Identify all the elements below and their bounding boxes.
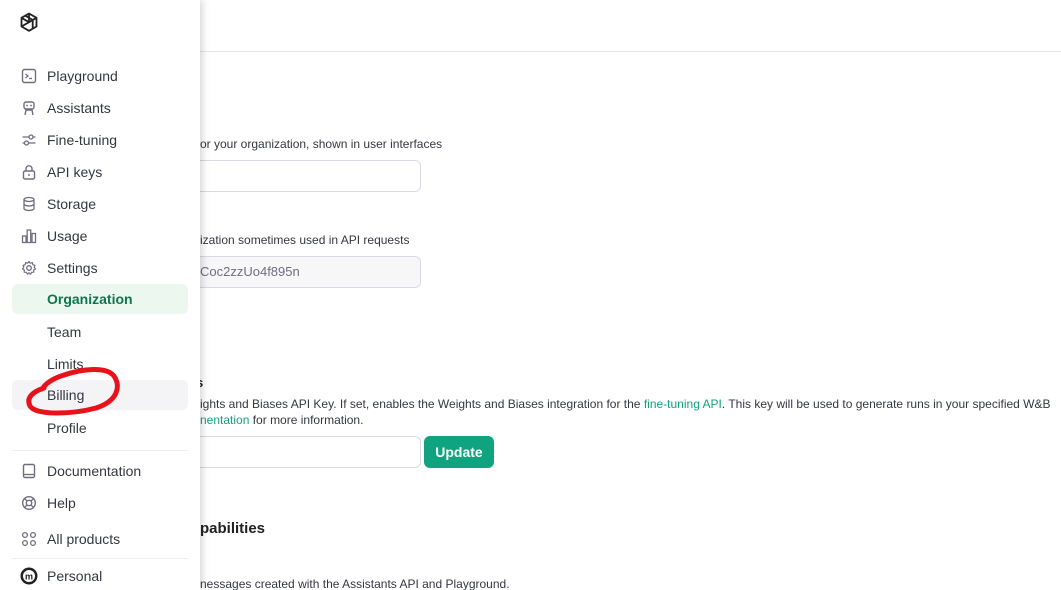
- fine-tuning-api-link[interactable]: fine-tuning API: [644, 397, 722, 411]
- bar-chart-icon: [20, 227, 38, 245]
- sidebar-subitem-profile[interactable]: Profile: [12, 413, 188, 443]
- account-switcher[interactable]: m Personal: [12, 561, 188, 590]
- avatar: m: [20, 567, 38, 585]
- wandb-description-line1: ights and Biases API Key. If set, enable…: [200, 397, 1051, 411]
- database-icon: [20, 195, 38, 213]
- sidebar-item-playground[interactable]: Playground: [12, 61, 188, 91]
- sidebar-divider: [12, 558, 188, 559]
- sidebar-item-label: Fine-tuning: [47, 132, 118, 148]
- update-button[interactable]: Update: [424, 436, 494, 468]
- sidebar-item-all-products[interactable]: All products: [12, 524, 188, 554]
- org-name-description: or your organization, shown in user inte…: [200, 137, 443, 151]
- wandb-description-line2: nentation for more information.: [200, 413, 363, 427]
- account-label: Personal: [47, 568, 103, 584]
- wandb-api-key-input[interactable]: [180, 436, 421, 468]
- sidebar-item-label: Documentation: [47, 463, 142, 479]
- sidebar-item-storage[interactable]: Storage: [12, 189, 188, 219]
- sidebar-item-label: Assistants: [47, 100, 111, 116]
- sidebar-subitem-team[interactable]: Team: [12, 317, 188, 347]
- sidebar-item-help[interactable]: Help: [12, 488, 188, 518]
- grid-icon: [20, 530, 38, 548]
- sidebar-item-usage[interactable]: Usage: [12, 221, 188, 251]
- sidebar-item-label: Storage: [47, 196, 97, 212]
- sidebar-item-label: Help: [47, 495, 76, 511]
- lifebuoy-icon: [20, 494, 38, 512]
- sidebar-item-api-keys[interactable]: API keys: [12, 157, 188, 187]
- org-id-value: Coc2zzUo4f895n: [200, 264, 300, 279]
- documentation-link[interactable]: nentation: [200, 413, 249, 427]
- sidebar-subitem-organization[interactable]: Organization: [12, 284, 188, 314]
- sidebar-item-label: All products: [47, 531, 121, 547]
- sidebar-item-label: Usage: [47, 228, 88, 244]
- book-icon: [20, 462, 38, 480]
- capabilities-description: nessages created with the Assistants API…: [200, 577, 510, 590]
- sidebar-item-assistants[interactable]: Assistants: [12, 93, 188, 123]
- sliders-icon: [20, 131, 38, 149]
- sidebar-subitem-billing[interactable]: Billing: [12, 380, 188, 410]
- robot-icon: [20, 99, 38, 117]
- sidebar-item-label: Settings: [47, 260, 98, 276]
- terminal-icon: [20, 67, 38, 85]
- avatar-letter: m: [25, 571, 33, 581]
- sidebar-item-label: API keys: [47, 164, 103, 180]
- sidebar-item-label: Playground: [47, 68, 118, 84]
- wandb-desc-text: ights and Biases API Key. If set, enable…: [200, 397, 644, 411]
- wandb-desc-text-3: for more information.: [249, 413, 364, 427]
- sidebar: Playground Assistants Fine-tuning API ke…: [0, 0, 200, 590]
- wandb-desc-text-2: . This key will be used to generate runs…: [721, 397, 1051, 411]
- capabilities-section-title: pabilities: [200, 520, 266, 537]
- sidebar-item-fine-tuning[interactable]: Fine-tuning: [12, 125, 188, 155]
- sidebar-divider: [12, 450, 188, 451]
- sidebar-item-documentation[interactable]: Documentation: [12, 456, 188, 486]
- openai-logo-icon[interactable]: [16, 10, 42, 36]
- org-name-input[interactable]: [180, 160, 421, 192]
- lock-icon: [20, 163, 38, 181]
- sidebar-item-settings[interactable]: Settings: [12, 253, 188, 283]
- gear-icon: [20, 259, 38, 277]
- sidebar-subitem-limits[interactable]: Limits: [12, 349, 188, 379]
- org-id-description: ization sometimes used in API requests: [200, 233, 410, 247]
